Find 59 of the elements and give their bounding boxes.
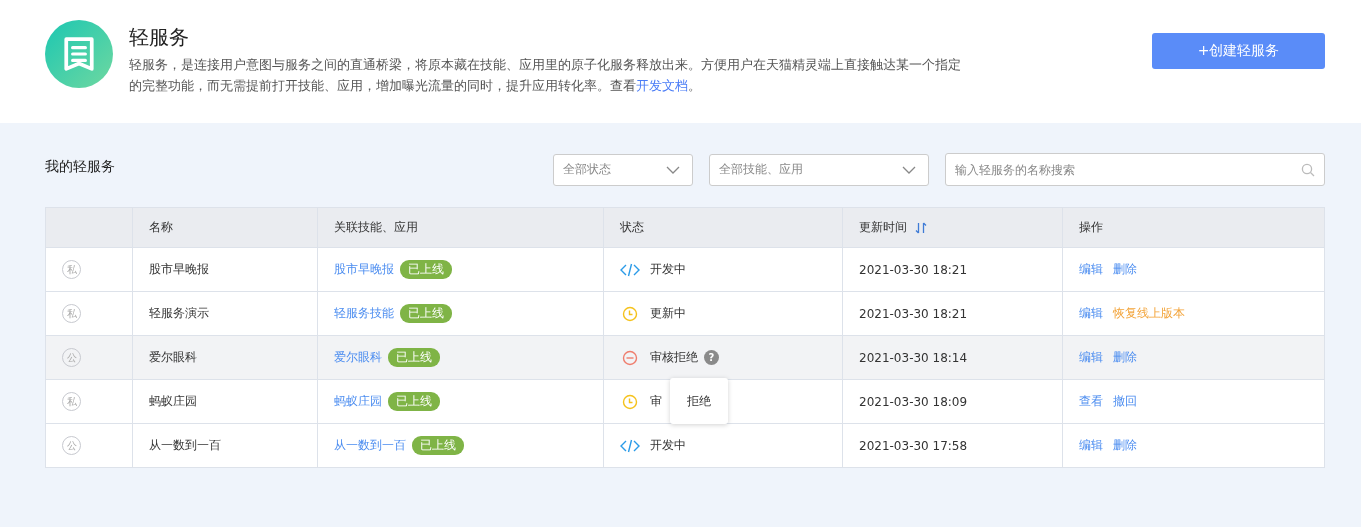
column-header: 关联技能、应用 [334,219,418,236]
online-tag: 已上线 [400,304,452,323]
online-tag: 已上线 [400,260,452,279]
code-icon [620,437,640,454]
filter-dropdown[interactable]: 全部状态 [553,153,693,186]
status-text: 更新中 [650,305,686,322]
action-link[interactable]: 删除 [1113,349,1137,366]
create-button[interactable]: +创建轻服务 [1152,33,1325,69]
status-text: 开发中 [650,261,686,278]
action-link[interactable]: 删除 [1113,261,1137,278]
action-link[interactable]: 查看 [1079,393,1103,410]
clock-icon [620,393,640,410]
filter-dropdown[interactable]: 全部技能、应用 [709,153,929,186]
clock-icon [620,305,640,322]
action-link[interactable]: 撤回 [1113,393,1137,410]
column-header: 名称 [149,219,173,236]
update-time: 2021-03-30 17:58 [859,438,968,453]
page-title: 轻服务 [129,24,190,50]
update-time: 2021-03-30 18:21 [859,262,968,277]
action-link[interactable]: 删除 [1113,437,1137,454]
help-icon[interactable]: ? [704,350,719,365]
app-link[interactable]: 股市早晚报 [334,261,394,278]
action-link[interactable]: 编辑 [1079,437,1103,454]
minus-circle-icon [620,349,640,366]
status-text: 开发中 [650,437,686,454]
service-name: 股市早晚报 [149,261,209,278]
tooltip: 拒绝 [670,378,728,424]
action-link[interactable]: 恢复线上版本 [1113,305,1185,322]
status-text: 审 [650,393,662,410]
action-link[interactable]: 编辑 [1079,261,1103,278]
app-link[interactable]: 从一数到一百 [334,437,406,454]
app-link[interactable]: 轻服务技能 [334,305,394,322]
action-link[interactable]: 编辑 [1079,349,1103,366]
code-icon [620,261,640,278]
online-tag: 已上线 [388,348,440,367]
update-time: 2021-03-30 18:21 [859,306,968,321]
status-text: 审核拒绝 [650,349,698,366]
app-link[interactable]: 蚂蚁庄园 [334,393,382,410]
search-field[interactable]: 输入轻服务的名称搜索 [945,153,1325,186]
action-link[interactable]: 编辑 [1079,305,1103,322]
app-link[interactable]: 爱尔眼科 [334,349,382,366]
chevron-down-icon [902,165,916,174]
doc-link[interactable]: 开发文档 [636,78,688,93]
column-header: 操作 [1079,219,1103,236]
service-name: 轻服务演示 [149,305,209,322]
service-name: 爱尔眼科 [149,349,197,366]
column-header: 状态 [620,219,644,236]
online-tag: 已上线 [388,392,440,411]
section-title: 我的轻服务 [45,157,115,176]
service-name: 蚂蚁庄园 [149,393,197,410]
document-icon [45,20,113,88]
service-name: 从一数到一百 [149,437,221,454]
online-tag: 已上线 [412,436,464,455]
column-header: 更新时间 [859,219,907,236]
update-time: 2021-03-30 18:09 [859,394,968,409]
search-icon [1301,163,1315,177]
update-time: 2021-03-30 18:14 [859,350,968,365]
chevron-down-icon [666,165,680,174]
description: 轻服务，是连接用户意图与服务之间的直通桥梁，将原本藏在技能、应用里的原子化服务释放出来。方便用户在天猫精灵端上直接触达某一个指定的完整功能，而无需提前打开技能、应用，增加曝光流量的同时，提升应用转化率。查看开发文档。 [129,56,962,95]
